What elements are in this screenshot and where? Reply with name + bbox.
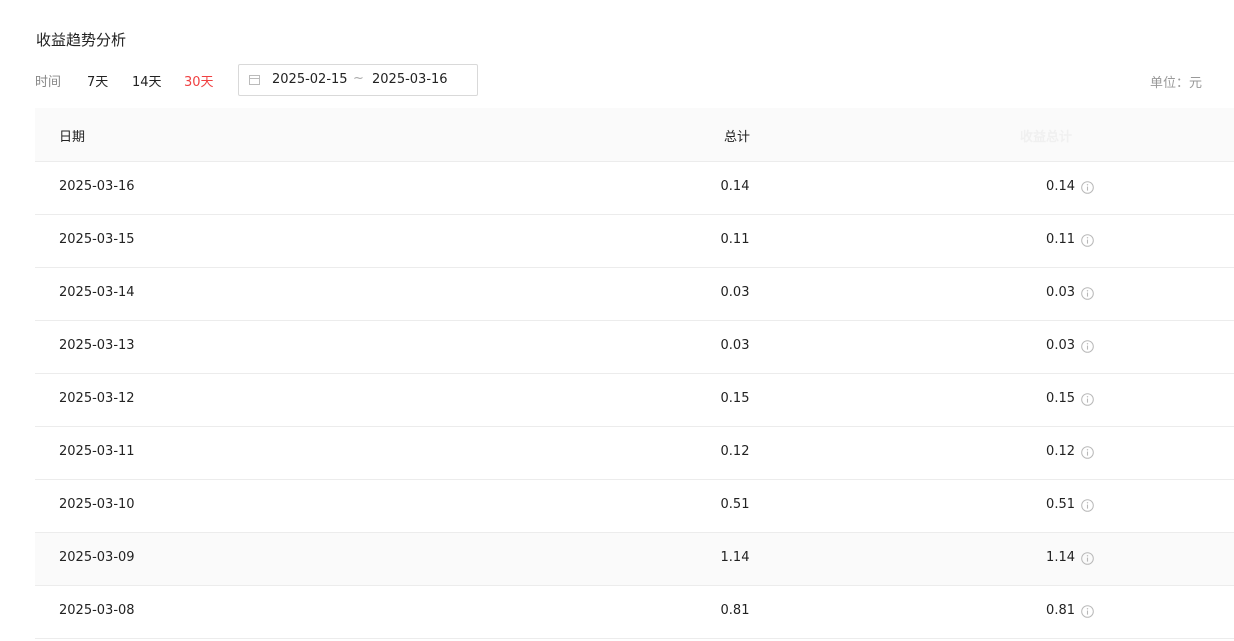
cell-total: 0.81 xyxy=(720,603,750,618)
cell-date: 2025-03-09 xyxy=(59,550,135,565)
table-body: 2025-03-16 0.14 0.14 2025-03-15 0.11 0.11 2025… xyxy=(35,162,1234,639)
table-row: 2025-03-11 0.12 0.12 xyxy=(35,427,1234,480)
date-end-input[interactable]: 2025-03-16 xyxy=(372,72,448,87)
table-header: 日期 总计 收益总计 xyxy=(35,108,1234,162)
table-row: 2025-03-08 0.81 0.81 xyxy=(35,586,1234,639)
cell-date: 2025-03-16 xyxy=(59,179,135,194)
cell-date: 2025-03-15 xyxy=(59,232,135,247)
cell-total: 0.51 xyxy=(720,497,750,512)
table-row: 2025-03-14 0.03 0.03 xyxy=(35,268,1234,321)
cell-total: 0.14 xyxy=(720,179,750,194)
cell-earnings: 0.03 xyxy=(1046,338,1075,353)
cell-earnings: 0.15 xyxy=(1046,391,1075,406)
cell-total: 0.03 xyxy=(720,285,750,300)
cell-earnings: 0.11 xyxy=(1046,232,1075,247)
table-row: 2025-03-15 0.11 0.11 xyxy=(35,215,1234,268)
cell-earnings: 0.81 xyxy=(1046,603,1075,618)
range-option-14d[interactable]: 14天 xyxy=(132,71,162,90)
range-option-30d[interactable]: 30天 xyxy=(184,71,214,90)
table-row: 2025-03-12 0.15 0.15 xyxy=(35,374,1234,427)
info-circle-icon[interactable] xyxy=(1081,499,1094,512)
earnings-table: 日期 总计 收益总计 2025-03-16 0.14 0.14 2025-03-15 0… xyxy=(35,108,1234,639)
calendar-icon xyxy=(249,75,260,85)
cell-earnings: 0.51 xyxy=(1046,497,1075,512)
cell-total: 0.12 xyxy=(720,444,750,459)
page-title: 收益趋势分析 xyxy=(36,31,127,49)
info-circle-icon[interactable] xyxy=(1081,340,1094,353)
date-separator: ~ xyxy=(353,71,364,86)
info-circle-icon[interactable] xyxy=(1081,287,1094,300)
cell-total: 0.11 xyxy=(720,232,750,247)
table-row: 2025-03-10 0.51 0.51 xyxy=(35,480,1234,533)
info-circle-icon[interactable] xyxy=(1081,552,1094,565)
cell-date: 2025-03-08 xyxy=(59,603,135,618)
cell-date: 2025-03-14 xyxy=(59,285,135,300)
info-circle-icon[interactable] xyxy=(1081,605,1094,618)
table-row: 2025-03-13 0.03 0.03 xyxy=(35,321,1234,374)
column-header-date: 日期 xyxy=(59,130,86,145)
table-row: 2025-03-09 1.14 1.14 xyxy=(35,533,1234,586)
cell-earnings: 1.14 xyxy=(1046,550,1075,565)
info-circle-icon[interactable] xyxy=(1081,446,1094,459)
cell-date: 2025-03-11 xyxy=(59,444,135,459)
column-header-total: 总计 xyxy=(724,130,751,145)
date-range-picker[interactable]: 2025-02-15 ~ 2025-03-16 xyxy=(238,64,478,96)
filter-bar: 时间 7天 14天 30天 2025-02-15 ~ 2025-03-16 单位… xyxy=(35,64,1215,96)
cell-total: 0.15 xyxy=(720,391,750,406)
cell-date: 2025-03-13 xyxy=(59,338,135,353)
cell-total: 0.03 xyxy=(720,338,750,353)
info-circle-icon[interactable] xyxy=(1081,181,1094,194)
table-row: 2025-03-16 0.14 0.14 xyxy=(35,162,1234,215)
unit-label: 单位：元 xyxy=(1150,76,1203,91)
page: 收益趋势分析 时间 7天 14天 30天 2025-02-15 ~ 2025-0… xyxy=(0,0,1234,641)
column-header-earnings: 收益总计 xyxy=(1020,130,1073,145)
cell-earnings: 0.12 xyxy=(1046,444,1075,459)
info-circle-icon[interactable] xyxy=(1081,393,1094,406)
date-start-input[interactable]: 2025-02-15 xyxy=(272,72,348,87)
cell-date: 2025-03-12 xyxy=(59,391,135,406)
cell-total: 1.14 xyxy=(720,550,750,565)
info-circle-icon[interactable] xyxy=(1081,234,1094,247)
time-label: 时间 xyxy=(35,75,62,90)
cell-date: 2025-03-10 xyxy=(59,497,135,512)
range-option-7d[interactable]: 7天 xyxy=(87,71,108,90)
cell-earnings: 0.03 xyxy=(1046,285,1075,300)
cell-earnings: 0.14 xyxy=(1046,179,1075,194)
